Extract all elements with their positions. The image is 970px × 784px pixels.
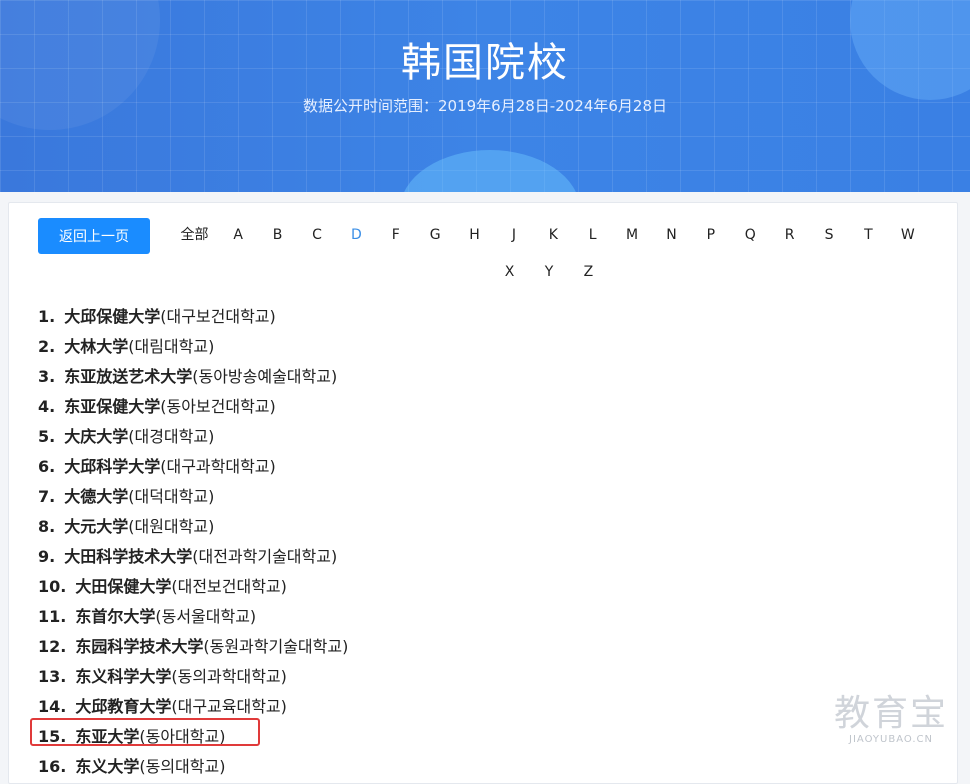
school-number: 9. [38, 547, 56, 566]
filter-letter-l[interactable]: L [573, 225, 612, 246]
school-name-korean: (대원대학교) [128, 517, 215, 536]
school-number: 16. [38, 757, 67, 776]
school-name-chinese: 东义科学大学 [75, 667, 172, 686]
school-number: 4. [38, 397, 56, 416]
school-name-korean: (동의대학교) [139, 757, 226, 776]
school-number: 3. [38, 367, 56, 386]
school-name-chinese: 东亚保健大学 [64, 397, 161, 416]
school-name-korean: (대구보건대학교) [160, 307, 276, 326]
page-title: 韩国院校 [401, 40, 569, 86]
school-name-korean: (대구과학대학교) [160, 457, 276, 476]
filter-letter-b[interactable]: B [258, 225, 297, 246]
school-name-korean: (동서울대학교) [155, 607, 257, 626]
filter-letter-d[interactable]: D [337, 225, 376, 246]
school-name-chinese: 大元大学 [64, 517, 129, 536]
school-name-korean: (대구교육대학교) [171, 697, 287, 716]
school-name-korean: (동아보건대학교) [160, 397, 276, 416]
school-list-item[interactable]: 10. 大田保健大学(대전보건대학교) [38, 572, 348, 602]
watermark-logo: 教育宝 JIAOYUBAO.CN [833, 693, 948, 746]
school-name-chinese: 东首尔大学 [75, 607, 156, 626]
school-name-chinese: 大德大学 [64, 487, 129, 506]
filter-letter-y[interactable]: Y [529, 262, 568, 283]
header-banner: 韩国院校 数据公开时间范围：2019年6月28日-2024年6月28日 [0, 0, 970, 192]
date-range-text: 数据公开时间范围：2019年6月28日-2024年6月28日 [302, 97, 668, 115]
school-number: 7. [38, 487, 56, 506]
filter-letter-n[interactable]: N [652, 225, 691, 246]
school-name-chinese: 大田科学技术大学 [64, 547, 193, 566]
school-list-item[interactable]: 6. 大邱科学大学(대구과학대학교) [38, 452, 348, 482]
school-list-item[interactable]: 4. 东亚保健大学(동아보건대학교) [38, 392, 348, 422]
school-name-korean: (대덕대학교) [128, 487, 215, 506]
filter-letter-h[interactable]: H [455, 225, 494, 246]
filter-letter-x[interactable]: X [490, 262, 529, 283]
school-list-item[interactable]: 2. 大林大学(대림대학교) [38, 332, 348, 362]
school-number: 14. [38, 697, 67, 716]
school-list-item[interactable]: 16. 东义大学(동의대학교) [38, 752, 348, 782]
school-list: 1. 大邱保健大学(대구보건대학교) 2. 大林大学(대림대학교) 3. 东亚放送艺术大学… [38, 302, 348, 782]
highlight-box [30, 718, 260, 746]
back-button[interactable]: 返回上一页 [38, 218, 150, 254]
school-list-item[interactable]: 5. 大庆大学(대경대학교) [38, 422, 348, 452]
school-list-item[interactable]: 8. 大元大学(대원대학교) [38, 512, 348, 542]
school-list-item[interactable]: 11. 东首尔大学(동서울대학교) [38, 602, 348, 632]
school-name-chinese: 大邱保健大学 [64, 307, 161, 326]
school-name-korean: (대림대학교) [128, 337, 215, 356]
filter-all[interactable]: 全部 [170, 225, 218, 246]
filter-letter-j[interactable]: J [494, 225, 533, 246]
school-number: 2. [38, 337, 56, 356]
school-name-chinese: 东园科学技术大学 [75, 637, 204, 656]
school-name-korean: (대전과학기술대학교) [192, 547, 338, 566]
filter-letter-p[interactable]: P [691, 225, 730, 246]
school-name-chinese: 大田保健大学 [75, 577, 172, 596]
school-name-korean: (동의과학대학교) [171, 667, 287, 686]
watermark-brand: 教育宝 [833, 693, 948, 734]
school-name-chinese: 东义大学 [75, 757, 140, 776]
filter-letter-z[interactable]: Z [569, 262, 608, 283]
school-list-item[interactable]: 12. 东园科学技术大学(동원과학기술대학교) [38, 632, 348, 662]
filter-letter-t[interactable]: T [849, 225, 888, 246]
school-list-card: 返回上一页 全部 ABCDFGHJKLMNPQRSTWXYZ 1. 大邱保健大学(… [8, 202, 958, 784]
school-name-chinese: 大庆大学 [64, 427, 129, 446]
filter-letter-s[interactable]: S [809, 225, 848, 246]
filter-letter-a[interactable]: A [218, 225, 257, 246]
filter-letter-g[interactable]: G [415, 225, 454, 246]
school-number: 11. [38, 607, 67, 626]
school-list-item[interactable]: 1. 大邱保健大学(대구보건대학교) [38, 302, 348, 332]
school-name-chinese: 大邱教育大学 [75, 697, 172, 716]
filter-letter-k[interactable]: K [534, 225, 573, 246]
filter-letter-f[interactable]: F [376, 225, 415, 246]
school-number: 5. [38, 427, 56, 446]
filter-letter-r[interactable]: R [770, 225, 809, 246]
school-list-item[interactable]: 3. 东亚放送艺术大学(동아방송예술대학교) [38, 362, 348, 392]
filter-letter-w[interactable]: W [888, 225, 927, 246]
school-name-korean: (대전보건대학교) [171, 577, 287, 596]
school-name-korean: (동원과학기술대학교) [203, 637, 349, 656]
school-name-chinese: 东亚放送艺术大学 [64, 367, 193, 386]
school-number: 10. [38, 577, 67, 596]
watermark-domain: JIAOYUBAO.CN [849, 734, 933, 745]
letter-filter-bar: 全部 ABCDFGHJKLMNPQRSTW XYZ [159, 225, 939, 283]
school-number: 1. [38, 307, 56, 326]
filter-letter-m[interactable]: M [612, 225, 651, 246]
school-number: 13. [38, 667, 67, 686]
school-number: 6. [38, 457, 56, 476]
filter-letter-q[interactable]: Q [731, 225, 770, 246]
school-name-chinese: 大邱科学大学 [64, 457, 161, 476]
school-number: 8. [38, 517, 56, 536]
school-name-korean: (대경대학교) [128, 427, 215, 446]
filter-letter-c[interactable]: C [297, 225, 336, 246]
school-name-chinese: 大林大学 [64, 337, 129, 356]
school-list-item[interactable]: 13. 东义科学大学(동의과학대학교) [38, 662, 348, 692]
school-list-item[interactable]: 7. 大德大学(대덕대학교) [38, 482, 348, 512]
school-number: 12. [38, 637, 67, 656]
school-list-item[interactable]: 9. 大田科学技术大学(대전과학기술대학교) [38, 542, 348, 572]
school-name-korean: (동아방송예술대학교) [192, 367, 338, 386]
